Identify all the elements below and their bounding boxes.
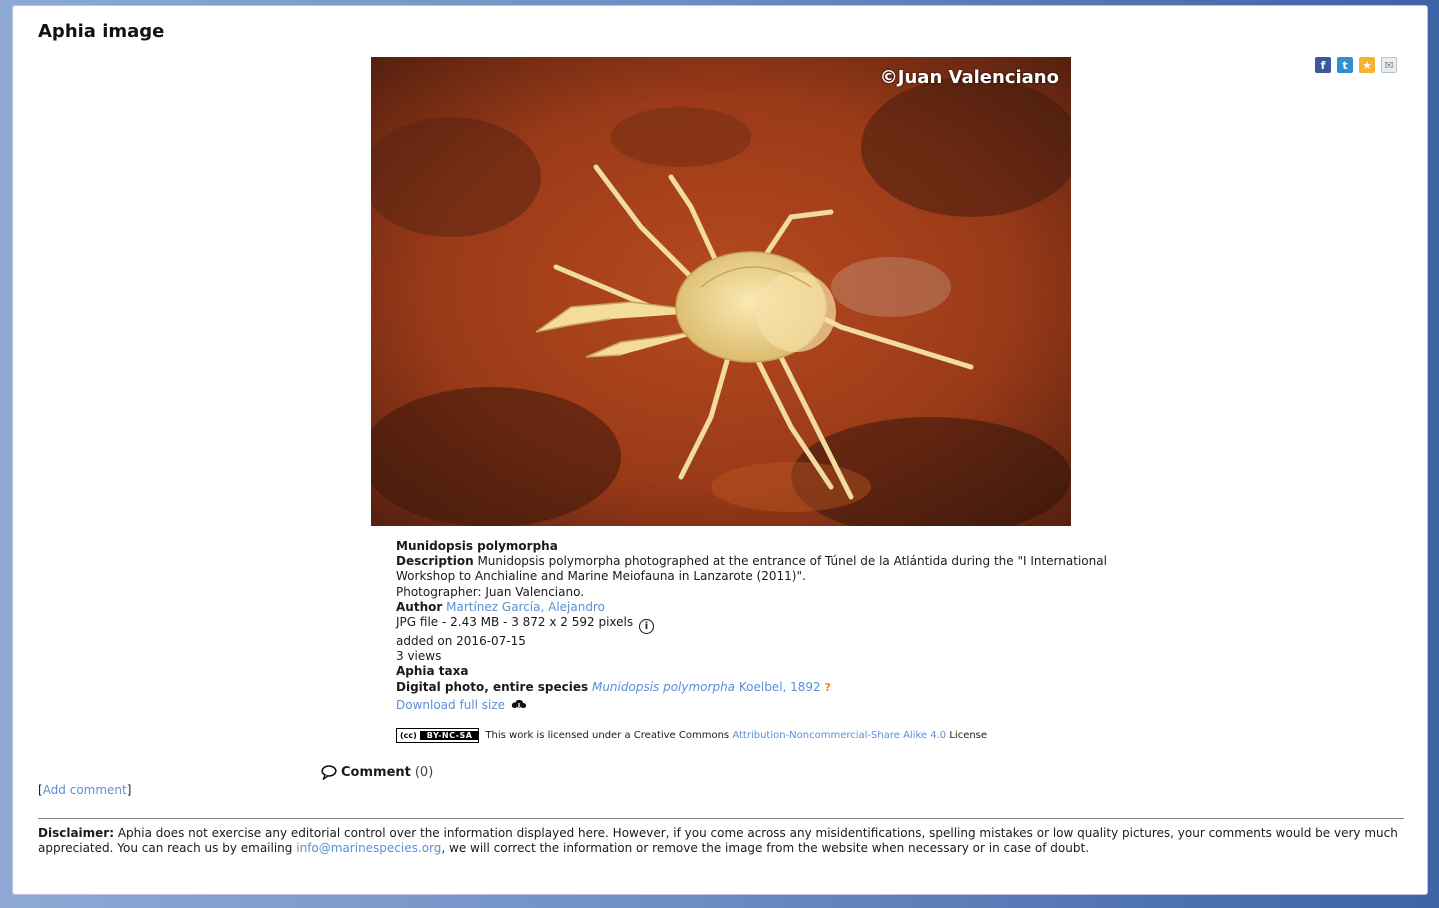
description-label: Description xyxy=(396,554,474,569)
file-info-row: JPG file - 2.43 MB - 3 872 x 2 592 pixel… xyxy=(396,615,1116,635)
page-title: Aphia image xyxy=(38,21,165,42)
taxa-type: Digital photo, entire species xyxy=(396,679,589,694)
disclaimer: Disclaimer: Aphia does not exercise any … xyxy=(38,826,1404,857)
image-details: Munidopsis polymorpha Description Munido… xyxy=(396,539,1116,713)
author-link[interactable]: Martínez García, Alejandro xyxy=(446,600,605,614)
aphia-taxa-label: Aphia taxa xyxy=(396,664,469,679)
license-row: (cc) BY-NC-SA This work is licensed unde… xyxy=(396,728,987,743)
author-label: Author xyxy=(396,599,443,614)
author-row: Author Martínez García, Alejandro xyxy=(396,600,1116,615)
license-link[interactable]: Attribution-Noncommercial-Share Alike 4.… xyxy=(732,730,946,741)
cc-terms: BY-NC-SA xyxy=(420,731,479,740)
views-count: 3 views xyxy=(396,649,442,664)
taxa-name-link[interactable]: Munidopsis polymorpha xyxy=(592,680,735,694)
divider xyxy=(38,818,1404,819)
license-suffix: License xyxy=(949,730,988,741)
download-link[interactable]: Download full size xyxy=(396,698,505,712)
add-comment: [Add comment] xyxy=(38,783,132,797)
twitter-icon[interactable]: t xyxy=(1337,57,1353,73)
contact-email-link[interactable]: info@marinespecies.org xyxy=(296,841,441,855)
taxa-question-icon[interactable]: ? xyxy=(825,681,831,694)
added-on: added on 2016-07-15 xyxy=(396,634,526,649)
disclaimer-label: Disclaimer: xyxy=(38,826,115,840)
comments-label: Comment xyxy=(341,765,411,780)
download-row: Download full size xyxy=(396,698,1116,713)
cloud-download-icon[interactable] xyxy=(511,699,527,711)
taxa-row: Digital photo, entire species Munidopsis… xyxy=(396,680,1116,695)
description-text: Munidopsis polymorpha photographed at th… xyxy=(396,554,1107,584)
taxa-authority-link[interactable]: Koelbel, 1892 xyxy=(739,680,821,694)
comments-header: Comment (0) xyxy=(321,765,433,780)
add-comment-link[interactable]: Add comment xyxy=(43,783,127,797)
cc-license-badge[interactable]: (cc) BY-NC-SA xyxy=(396,728,480,743)
comments-count: (0) xyxy=(414,765,434,780)
photo-copyright: ©Juan Valenciano xyxy=(879,67,1059,88)
speech-bubble-icon xyxy=(321,765,337,780)
license-prefix: This work is licensed under a Creative C… xyxy=(485,730,730,741)
info-icon[interactable]: i xyxy=(638,619,654,635)
cc-mark: (cc) xyxy=(397,731,421,740)
disclaimer-text-end: , we will correct the information or rem… xyxy=(441,841,1090,856)
favorite-icon[interactable]: ★ xyxy=(1359,57,1375,73)
description-row: Description Munidopsis polymorpha photog… xyxy=(396,554,1116,584)
share-bar: f t ★ ✉ xyxy=(1315,57,1397,73)
species-title: Munidopsis polymorpha xyxy=(396,539,558,553)
species-photo[interactable]: ©Juan Valenciano xyxy=(371,57,1071,526)
photographer-line: Photographer: Juan Valenciano. xyxy=(396,584,585,599)
photo-image xyxy=(371,57,1071,526)
file-info: JPG file - 2.43 MB - 3 872 x 2 592 pixel… xyxy=(396,615,634,630)
email-icon[interactable]: ✉ xyxy=(1381,57,1397,73)
content-panel: Aphia image f t ★ ✉ ©Juan Valenciano Mun… xyxy=(12,5,1428,895)
facebook-icon[interactable]: f xyxy=(1315,57,1331,73)
